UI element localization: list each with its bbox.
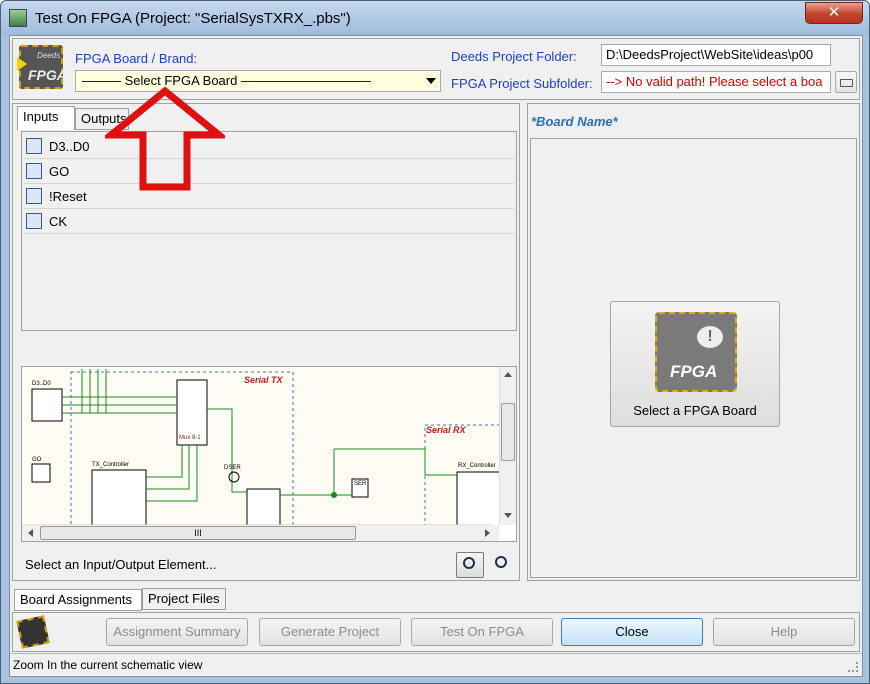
rx-controller-label: RX_Controller [458, 463, 496, 469]
zoom-out-icon [495, 556, 507, 568]
scroll-down-icon[interactable] [504, 513, 512, 518]
board-image-area: FPGA ! Select a FPGA Board [530, 138, 857, 578]
dser-label: DSER [224, 465, 241, 471]
tab-project-files[interactable]: Project Files [142, 588, 226, 610]
exclamation-bubble-icon: ! [697, 326, 723, 348]
clock-input-icon [26, 213, 42, 229]
scroll-left-icon[interactable] [28, 529, 33, 537]
vertical-scrollbar[interactable] [499, 367, 516, 525]
open-folder-button[interactable] [835, 71, 857, 93]
status-text: Zoom In the current schematic view [13, 658, 203, 672]
test-on-fpga-window: Test On FPGA (Project: "SerialSysTXRX_.p… [0, 0, 870, 684]
fpga-chip-icon: FPGA ! [655, 312, 737, 392]
list-item-d3d0[interactable]: D3..D0 [24, 134, 514, 159]
generate-project-button[interactable]: Generate Project [259, 618, 401, 646]
list-item-reset[interactable]: !Reset [24, 184, 514, 209]
board-brand-label: FPGA Board / Brand: [75, 51, 198, 66]
horizontal-scroll-thumb[interactable]: III [40, 526, 356, 540]
mux-label: Mux 8-1 [179, 435, 201, 441]
window-title: Test On FPGA (Project: "SerialSysTXRX_.p… [35, 10, 351, 27]
logo-arrow-icon [17, 57, 27, 71]
zoom-out-button[interactable] [490, 552, 514, 578]
resize-grip-icon[interactable] [848, 662, 858, 672]
list-item-ck[interactable]: CK [24, 209, 514, 234]
chevron-down-icon[interactable] [426, 78, 436, 84]
tx-controller-label: TX_Controller [92, 462, 130, 468]
io-label: D3..D0 [49, 139, 90, 154]
io-label: CK [49, 214, 68, 229]
close-button[interactable]: Close [561, 618, 703, 646]
scroll-right-icon[interactable] [485, 529, 490, 537]
switch-input-icon [26, 188, 42, 204]
io-list: D3..D0 GO !Reset CK [21, 131, 517, 331]
bus-input-icon [26, 138, 42, 154]
help-button[interactable]: Help [713, 618, 855, 646]
element-hint: Select an Input/Output Element... [25, 557, 217, 572]
status-bar: Zoom In the current schematic view [10, 653, 862, 676]
serial-rx-label: Serial RX [426, 425, 466, 435]
subfolder-label: FPGA Project Subfolder: [451, 76, 593, 91]
go-block [31, 463, 51, 483]
select-fpga-board-button[interactable]: FPGA ! Select a FPGA Board [610, 301, 780, 427]
io-label: GO [49, 164, 70, 179]
d3d0-block [31, 388, 63, 422]
deeds-fpga-logo: Deeds FPGA [17, 45, 67, 89]
schematic-go-label: GO [32, 457, 42, 463]
schematic-d3d0-label: D3..D0 [32, 381, 51, 387]
subfolder-field[interactable]: --> No valid path! Please select a boa [601, 71, 831, 93]
title-bar[interactable]: Test On FPGA (Project: "SerialSysTXRX_.p… [1, 1, 869, 35]
junction-dot [331, 492, 337, 498]
schematic-view[interactable]: Serial TX Serial RX D3..D0 GO TX_Control… [21, 366, 517, 542]
window-close-button[interactable]: ✕ [805, 2, 863, 24]
right-panel: *Board Name* FPGA ! Select a FPGA Board [527, 103, 860, 581]
project-folder-field[interactable]: D:\DeedsProject\WebSite\ideas\p00 [601, 44, 831, 66]
chip-text: FPGA [670, 362, 718, 381]
left-panel: Inputs Outputs D3..D0 GO !Reset CK Seria… [12, 103, 520, 581]
button-bar: Assignment Summary Generate Project Test… [12, 612, 860, 652]
scroll-up-icon[interactable] [504, 372, 512, 377]
ser-label: SER [354, 481, 367, 487]
list-item-go[interactable]: GO [24, 159, 514, 184]
zoom-in-icon [463, 557, 475, 569]
serial-tx-label: Serial TX [244, 375, 283, 385]
flipflop-block [246, 488, 281, 530]
logo-main-text: FPGA [28, 67, 67, 83]
project-folder-label: Deeds Project Folder: [451, 49, 577, 64]
annotation-arrow-up-icon [105, 86, 225, 191]
app-icon [9, 9, 27, 27]
logo-top-text: Deeds [37, 51, 61, 60]
clock-source-symbol [228, 471, 240, 483]
deeds-chip-logo [16, 615, 50, 649]
board-name-title: *Board Name* [531, 114, 618, 129]
schematic-canvas [22, 369, 516, 541]
select-board-label: Select a FPGA Board [633, 403, 757, 418]
switch-input-icon [26, 163, 42, 179]
tab-inputs[interactable]: Inputs [17, 106, 75, 130]
assignment-summary-button[interactable]: Assignment Summary [106, 618, 248, 646]
zoom-in-button[interactable] [456, 552, 484, 578]
folder-icon [840, 79, 853, 87]
vertical-scroll-thumb[interactable] [501, 403, 515, 461]
tab-board-assignments[interactable]: Board Assignments [14, 589, 142, 611]
io-label: !Reset [49, 189, 87, 204]
horizontal-scrollbar[interactable]: III [22, 525, 499, 541]
test-on-fpga-button[interactable]: Test On FPGA [411, 618, 553, 646]
